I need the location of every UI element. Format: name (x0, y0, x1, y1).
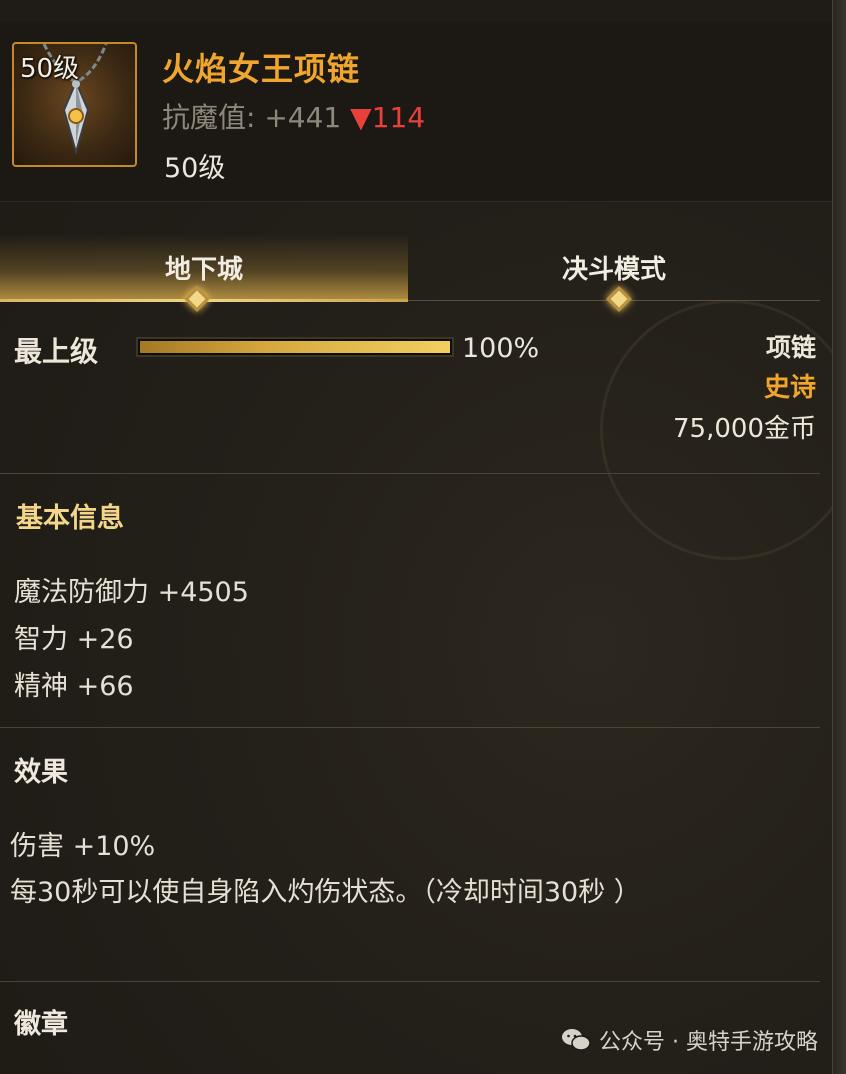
effect-title: 效果 (14, 757, 68, 788)
watermark-text: 公众号 · 奥特手游攻略 (599, 1030, 818, 1055)
basic-info-title: 基本信息 (16, 503, 124, 534)
top-strip (0, 0, 846, 22)
emblem-title: 徽章 (14, 1009, 68, 1040)
grade-progress-fill (140, 341, 450, 353)
grade-label: 最上级 (14, 335, 99, 368)
divider (0, 473, 820, 474)
item-meta: 项链 史诗 75,000金币 (616, 328, 816, 450)
divider (0, 981, 820, 982)
stat-delta-down: ▼114 (350, 101, 426, 134)
effect-line: 伤害 +10% (10, 831, 156, 862)
tab-dungeon-label: 地下城 (164, 254, 243, 285)
mode-tabs: 地下城 决斗模式 (0, 234, 820, 312)
grade-progress-bar (136, 337, 454, 357)
panel-scrollbar[interactable] (832, 0, 846, 1074)
basic-info-line: 魔法防御力 +4505 (14, 577, 249, 608)
item-name: 火焰女王项链 (162, 50, 361, 88)
basic-info-line: 精神 +66 (14, 671, 134, 702)
item-level-badge: 50级 (20, 54, 80, 84)
stat-value: +441 (264, 101, 342, 134)
stat-label: 抗魔值: (162, 101, 256, 134)
item-rarity: 史诗 (763, 373, 816, 403)
item-type: 项链 (765, 333, 816, 362)
tab-dungeon[interactable]: 地下城 (0, 234, 408, 300)
watermark: 公众号 · 奥特手游攻略 (561, 1024, 818, 1056)
wechat-icon (561, 1027, 591, 1053)
item-price: 75,000金币 (673, 414, 816, 444)
item-level-text: 50级 (164, 153, 226, 184)
effect-line: 每30秒可以使自身陷入灼伤状态。（冷却时间30秒 ） (10, 877, 641, 908)
resist-stat-line: 抗魔值: +441 ▼114 (162, 96, 425, 136)
tab-duel-label: 决斗模式 (561, 254, 666, 285)
grade-progress-percent: 100% (462, 333, 540, 364)
necklace-icon: 50级 (12, 42, 137, 167)
basic-info-line: 智力 +26 (14, 624, 134, 655)
item-tooltip-panel: 50级 火焰女王项链 抗魔值: +441 ▼114 50级 地下城 决斗模式 最… (0, 0, 846, 1074)
divider (0, 727, 820, 728)
